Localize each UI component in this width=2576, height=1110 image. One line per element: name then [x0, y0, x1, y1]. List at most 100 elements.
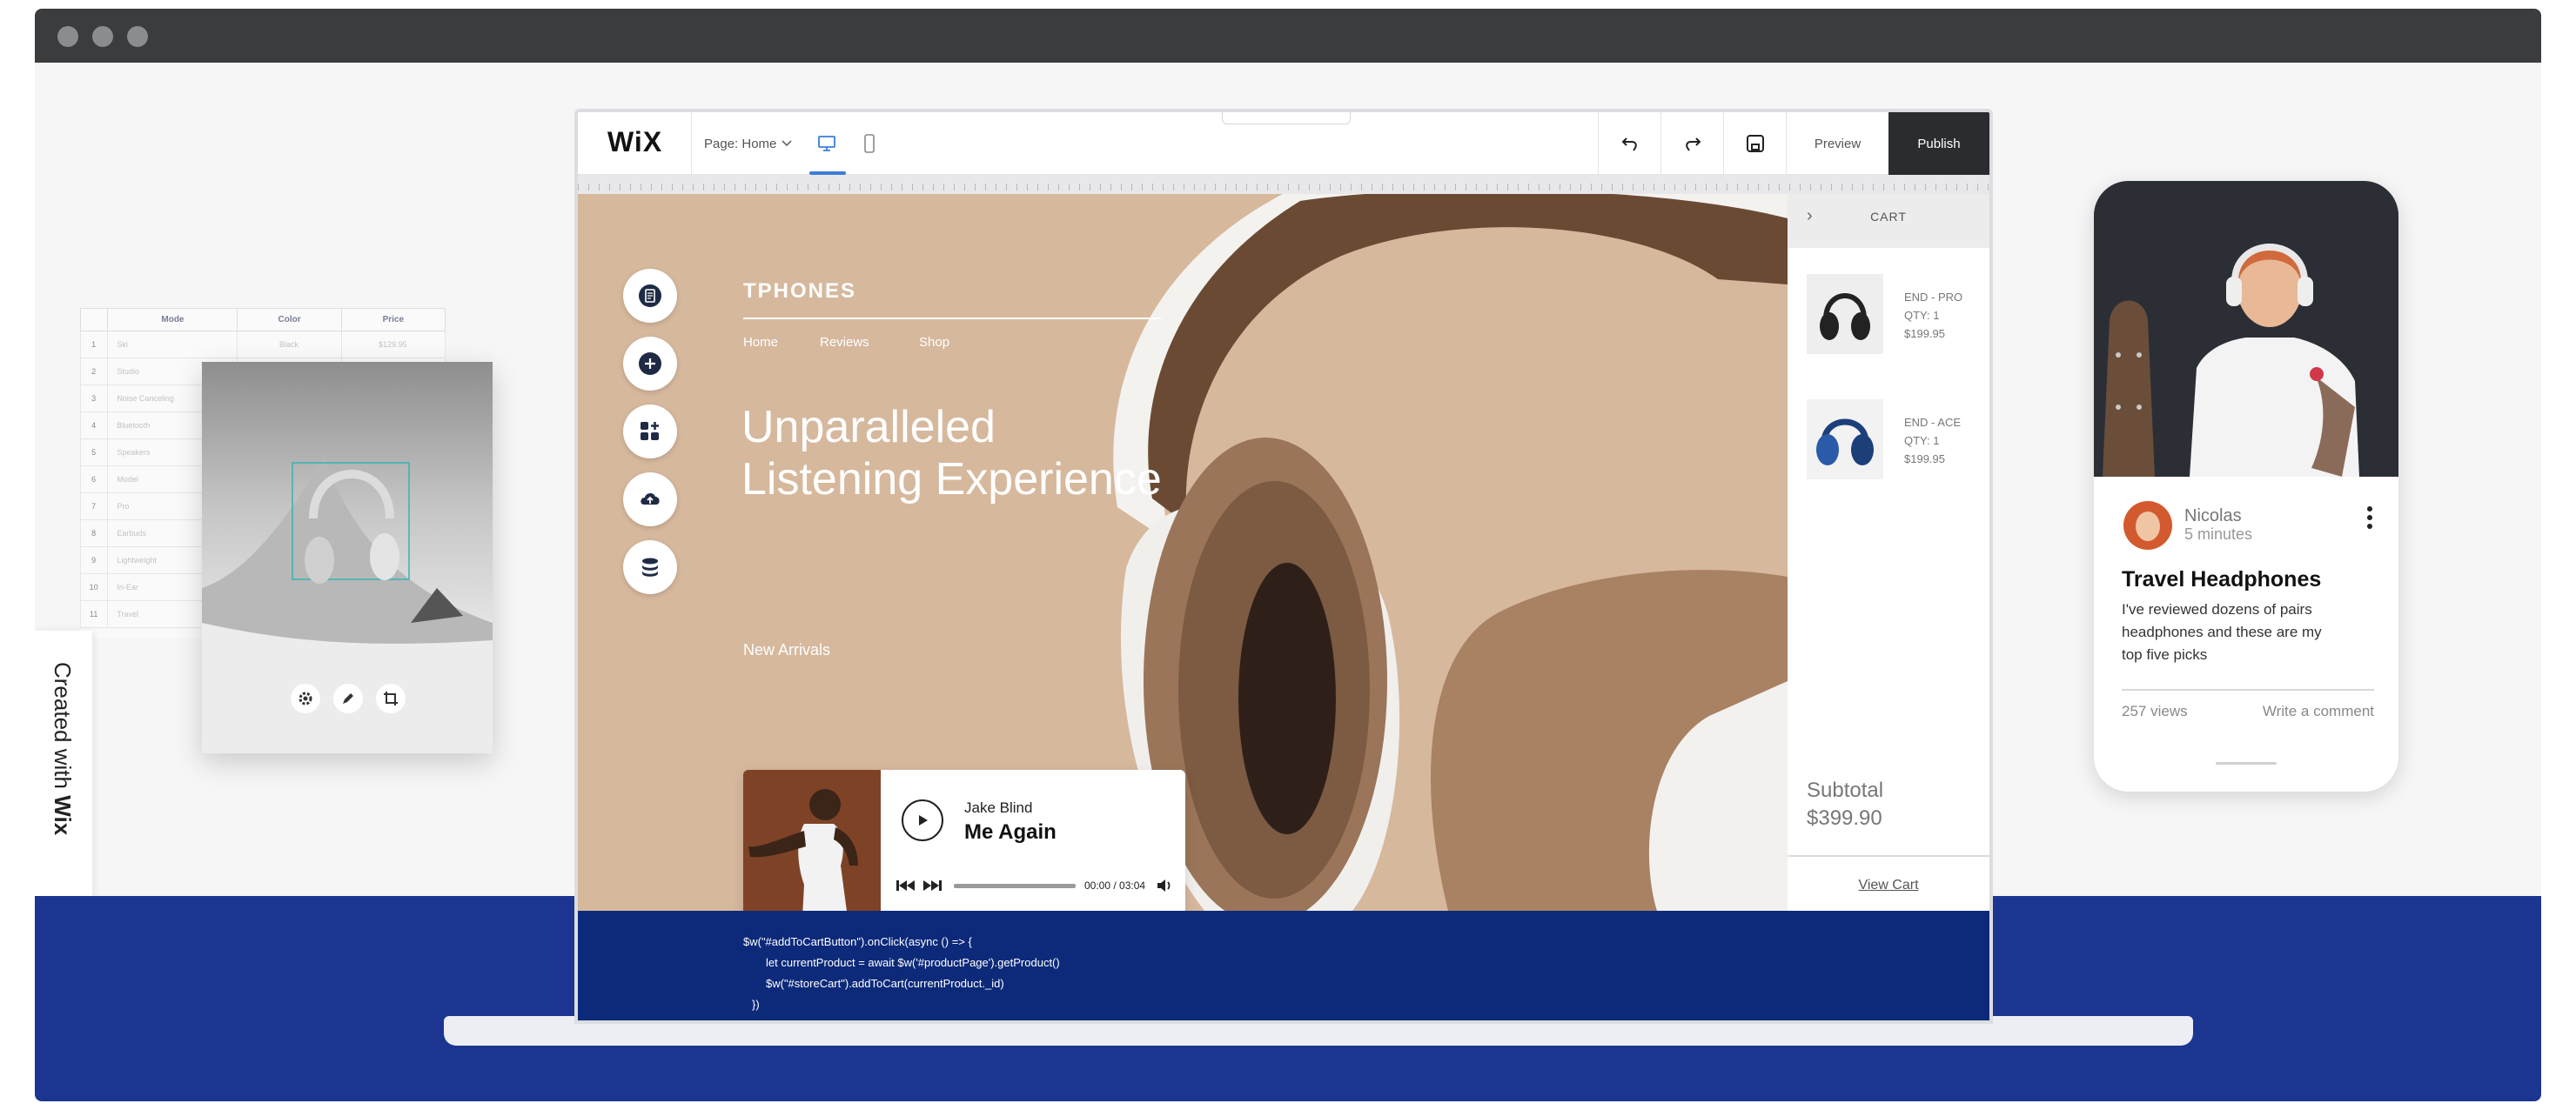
wix-editor: WiX Page: Home Preview Publish TPHONES H… — [574, 109, 1993, 1024]
volume-button[interactable] — [1156, 878, 1173, 898]
nav-reviews[interactable]: Reviews — [820, 335, 869, 350]
code-line-1: $w("#addToCartButton").onClick(async () … — [743, 935, 972, 948]
post-more-button[interactable] — [2365, 505, 2374, 531]
editor-ruler — [578, 175, 1989, 194]
cart-item-image[interactable] — [1807, 274, 1883, 354]
cart-subtotal-value: $399.90 — [1807, 806, 1882, 830]
pages-menu-button[interactable] — [623, 269, 677, 323]
write-comment-link[interactable]: Write a comment — [2263, 703, 2374, 720]
desktop-icon — [818, 136, 835, 151]
post-time: 5 minutes — [2184, 525, 2253, 543]
nav-home[interactable]: Home — [743, 335, 778, 350]
image-pen-button[interactable] — [333, 684, 363, 713]
blue-headphones-image — [1816, 418, 1874, 465]
view-cart-link[interactable]: View Cart — [1788, 878, 1989, 893]
save-button[interactable] — [1723, 112, 1786, 175]
code-line-3: $w("#storeCart").addToCart(currentProduc… — [766, 977, 1004, 990]
code-line-4: }) — [752, 998, 760, 1011]
cart-item-details: END - PRO QTY: 1 $199.95 — [1904, 291, 1963, 340]
database-icon — [642, 558, 658, 577]
track-progress-bar[interactable] — [954, 884, 1076, 888]
undo-button[interactable] — [1598, 112, 1660, 175]
prev-track-button[interactable] — [896, 879, 916, 896]
prev-icon — [896, 880, 915, 891]
author-avatar[interactable] — [2123, 501, 2172, 550]
window-minimize-dot[interactable] — [92, 26, 113, 47]
wix-logo: WiX — [607, 126, 663, 157]
badge-brand: Wix — [50, 795, 76, 836]
image-settings-button[interactable] — [291, 684, 320, 713]
hero-line-1: Unparalleled — [741, 402, 996, 452]
track-cover-image — [743, 770, 881, 911]
music-player-widget[interactable]: Jake Blind Me Again 00:00 / 03:04 — [743, 770, 1185, 911]
next-track-button[interactable] — [922, 879, 942, 896]
cart-divider — [1788, 855, 1989, 857]
editor-topbar: WiX Page: Home Preview Publish — [578, 112, 1989, 175]
hero-line-2: Listening Experience — [741, 454, 1162, 505]
cart-subtotal-label: Subtotal — [1807, 779, 1884, 802]
post-views: 257 views — [2122, 703, 2188, 719]
new-arrivals-label: New Arrivals — [743, 641, 831, 659]
hero-heading: Unparalleled Listening Experience — [741, 401, 1162, 505]
track-title: Me Again — [964, 820, 1057, 844]
code-panel[interactable]: $w("#addToCartButton").onClick(async () … — [578, 911, 1989, 1020]
blog-cover-image — [2094, 181, 2398, 477]
save-icon — [1746, 135, 1764, 152]
media-upload-button[interactable] — [623, 472, 677, 526]
more-icon — [2367, 506, 2372, 529]
volume-icon — [1157, 879, 1171, 892]
black-headphones-image — [1820, 293, 1870, 340]
redo-button[interactable] — [1660, 112, 1723, 175]
publish-button[interactable]: Publish — [1888, 112, 1989, 175]
nav-shop[interactable]: Shop — [919, 335, 949, 350]
desktop-view-toggle[interactable] — [804, 112, 849, 175]
cart-item-image[interactable] — [1807, 399, 1883, 479]
mobile-icon — [864, 134, 875, 153]
site-canvas[interactable]: TPHONES Home Reviews Shop Unparalleled L… — [578, 194, 1788, 911]
add-element-button[interactable] — [623, 337, 677, 391]
play-icon — [919, 815, 928, 826]
undo-icon — [1621, 137, 1637, 151]
window-maximize-dot[interactable] — [127, 26, 148, 47]
mobile-view-toggle[interactable] — [849, 112, 889, 175]
post-divider — [2122, 689, 2374, 691]
col-header-price: Price — [340, 308, 446, 331]
track-artist: Jake Blind — [964, 799, 1033, 816]
top-drawer-handle[interactable] — [1222, 112, 1351, 124]
created-with-wix-badge[interactable]: Created with Wix — [35, 631, 92, 900]
track-time: 00:00 / 03:04 — [1084, 879, 1146, 892]
author-name[interactable]: Nicolas — [2184, 506, 2242, 526]
pen-icon — [343, 693, 353, 704]
crop-icon — [384, 692, 398, 705]
home-indicator — [2216, 762, 2277, 765]
upload-icon — [641, 492, 660, 505]
code-line-2: let currentProduct = await $w('#productP… — [766, 956, 1060, 969]
col-header-mode: Mode — [107, 308, 238, 331]
redo-icon — [1685, 137, 1701, 151]
page-selector-label: Page: Home — [704, 136, 777, 151]
next-icon — [923, 880, 942, 891]
page-selector[interactable]: Page: Home — [691, 112, 804, 175]
cart-title: CART — [1870, 210, 1907, 224]
add-icon — [639, 352, 661, 375]
window-close-dot[interactable] — [57, 26, 78, 47]
image-crop-button[interactable] — [376, 684, 406, 713]
post-title[interactable]: Travel Headphones — [2122, 567, 2321, 592]
add-apps-button[interactable] — [623, 405, 677, 458]
cart-panel: › CART END - PRO QTY: 1 $199.95 END - AC… — [1788, 194, 1989, 911]
database-button[interactable] — [623, 540, 677, 594]
table-row[interactable]: 1 Ski Black $129.95 — [79, 331, 446, 358]
chevron-down-icon — [782, 140, 792, 147]
browser-titlebar — [35, 9, 2541, 63]
code-lines: $w("#addToCartButton").onClick(async () … — [743, 932, 1060, 1015]
preview-button[interactable]: Preview — [1786, 112, 1888, 175]
pages-icon — [639, 284, 661, 307]
post-excerpt: I've reviewed dozens of pairs headphones… — [2122, 601, 2322, 663]
site-brand[interactable]: TPHONES — [743, 279, 856, 304]
cart-item-details: END - ACE QTY: 1 $199.95 — [1904, 416, 1962, 465]
mobile-blog-preview: Nicolas 5 minutes Travel Headphones I've… — [2094, 181, 2398, 792]
browser-window: Mode Color Price 1 Ski Black $129.95 2 Studi… — [35, 9, 2541, 1101]
badge-prefix: Created with — [50, 662, 76, 789]
play-button[interactable] — [902, 799, 943, 841]
image-edit-card[interactable] — [202, 362, 493, 753]
